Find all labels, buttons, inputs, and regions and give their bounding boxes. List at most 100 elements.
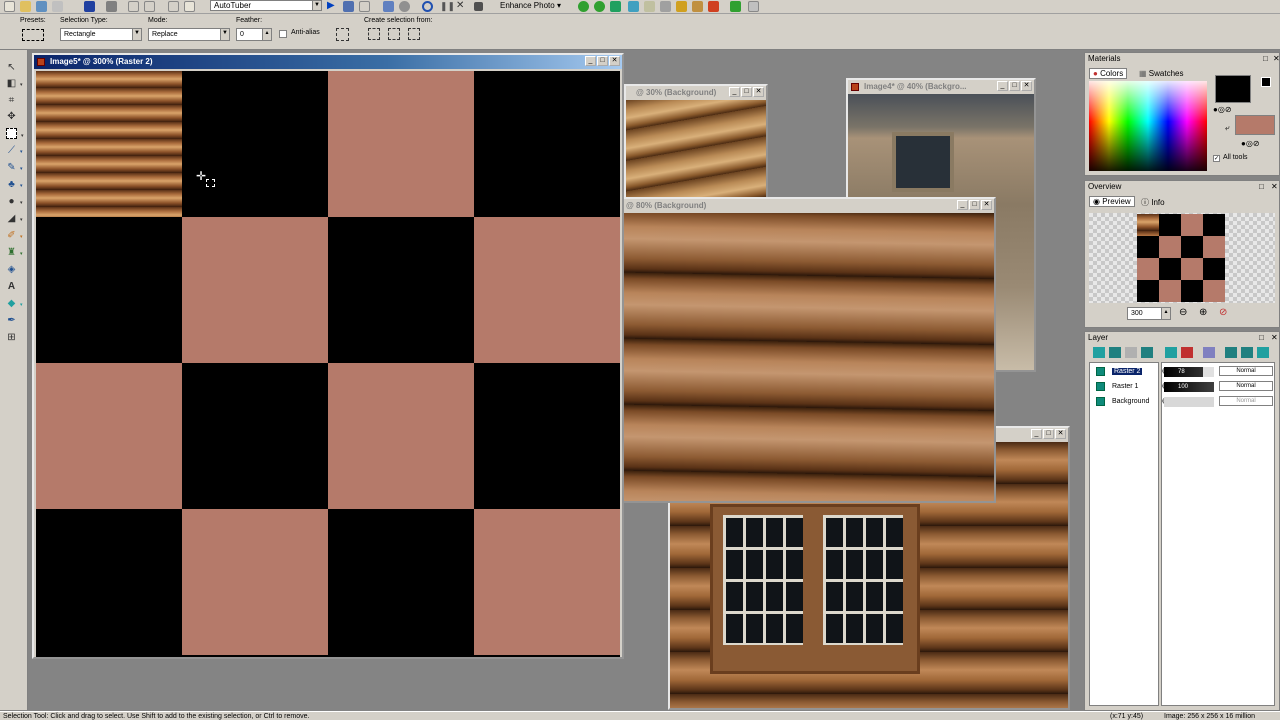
color-picker-spectrum[interactable] xyxy=(1089,81,1207,171)
panel-minimize-icon[interactable]: □ xyxy=(1263,54,1268,63)
spinner-icon[interactable]: ▴ xyxy=(262,29,271,40)
image-window-logs-30[interactable]: @ 30% (Background) _ □ ✕ xyxy=(624,84,768,204)
new-adjustment-layer-icon[interactable] xyxy=(1141,347,1153,358)
pause-icon[interactable]: ❚❚ xyxy=(440,1,455,12)
eraser-tool-icon[interactable]: ◢ ▾ xyxy=(6,213,23,224)
sharpen-icon[interactable] xyxy=(676,1,687,12)
spinner-icon[interactable]: ▴ xyxy=(1161,308,1170,319)
layer-row-background[interactable]: Background xyxy=(1092,396,1156,408)
close-icon[interactable]: ✕ xyxy=(1021,81,1032,91)
image-canvas[interactable] xyxy=(36,71,620,657)
selection-from-layer-icon[interactable] xyxy=(388,28,400,40)
open-folder-icon[interactable] xyxy=(20,1,31,12)
cancel-icon[interactable]: ✕ xyxy=(456,1,467,12)
antialias-checkbox[interactable] xyxy=(279,30,287,38)
clone-brush-icon[interactable]: ♣ ▾ xyxy=(6,179,22,190)
close-icon[interactable]: ✕ xyxy=(753,87,764,97)
redo-icon[interactable] xyxy=(144,1,155,12)
layer-row-raster-2[interactable]: Raster 2 xyxy=(1092,366,1156,378)
zoom-reset-icon[interactable]: ⊘ xyxy=(1219,307,1227,318)
dropper-tool-icon[interactable]: ⟋ ▾ xyxy=(6,145,23,156)
zoom-tool-icon[interactable]: ◧ ▾ xyxy=(6,78,23,89)
foreground-color-swatch[interactable] xyxy=(1215,75,1251,103)
color-balance-icon[interactable] xyxy=(594,1,605,12)
record-script-icon[interactable] xyxy=(422,1,433,12)
zoom-level-input[interactable]: 300 ▴ xyxy=(1127,307,1171,320)
panel-close-icon[interactable]: ✕ xyxy=(1273,54,1280,63)
image-window-logs-80[interactable]: @ 80% (Background) _ □ ✕ xyxy=(622,197,996,503)
stop-square-icon[interactable] xyxy=(474,2,483,11)
close-icon[interactable]: ✕ xyxy=(1055,429,1066,439)
maximize-icon[interactable]: □ xyxy=(741,87,752,97)
help-icon[interactable] xyxy=(748,1,759,12)
new-file-icon[interactable] xyxy=(4,1,15,12)
selection-from-canvas-icon[interactable] xyxy=(368,28,380,40)
close-icon[interactable]: ✕ xyxy=(609,56,620,66)
layer-row-raster-1[interactable]: Raster 1 xyxy=(1092,381,1156,393)
blend-mode-select[interactable]: Normal xyxy=(1219,381,1273,391)
smudge-tool-icon[interactable]: ✐ ▾ xyxy=(6,230,22,241)
print-icon[interactable] xyxy=(106,1,117,12)
link-layer-icon[interactable] xyxy=(1241,347,1253,358)
save-icon[interactable] xyxy=(84,1,95,12)
selection-from-mask-icon[interactable] xyxy=(408,28,420,40)
opacity-slider[interactable]: 100 xyxy=(1164,382,1214,392)
record-icon[interactable] xyxy=(383,1,394,12)
panel-minimize-icon[interactable]: □ xyxy=(1259,182,1264,191)
new-vector-layer-icon[interactable] xyxy=(1109,347,1121,358)
minimize-icon[interactable]: _ xyxy=(729,87,740,97)
blend-mode-select[interactable]: Normal xyxy=(1219,366,1273,376)
undo-icon[interactable] xyxy=(128,1,139,12)
copy-icon[interactable] xyxy=(184,1,195,12)
edit-selection-icon[interactable] xyxy=(1203,347,1215,358)
maximize-icon[interactable]: □ xyxy=(969,200,980,210)
visibility-toggle-icon[interactable] xyxy=(1257,347,1269,358)
maximize-icon[interactable]: □ xyxy=(1043,429,1054,439)
edge-icon[interactable] xyxy=(692,1,703,12)
style-buttons-icon[interactable]: ●◎⊘ xyxy=(1241,139,1260,148)
zoom-in-icon[interactable]: ⊕ xyxy=(1199,307,1207,318)
presets-button[interactable] xyxy=(22,29,44,41)
tab-swatches[interactable]: ▦ Swatches xyxy=(1139,69,1183,78)
script-edit-icon[interactable] xyxy=(343,1,354,12)
tab-preview[interactable]: ◉ Preview xyxy=(1089,196,1135,207)
cut-icon[interactable] xyxy=(168,1,179,12)
dodge-tool-icon[interactable]: ● ▾ xyxy=(6,196,22,207)
new-raster-layer-icon[interactable] xyxy=(1093,347,1105,358)
red-eye-icon[interactable] xyxy=(708,1,719,12)
move-tool-icon[interactable]: ✥ xyxy=(6,111,17,122)
panel-minimize-icon[interactable]: □ xyxy=(1259,333,1264,342)
saturation-icon[interactable] xyxy=(628,1,639,12)
mode-select[interactable]: Replace ▼ xyxy=(148,28,230,41)
tab-colors[interactable]: ● Colors xyxy=(1089,68,1128,79)
flood-fill-icon[interactable]: ◈ xyxy=(6,264,17,275)
clarify-icon[interactable] xyxy=(644,1,655,12)
opacity-slider[interactable] xyxy=(1164,397,1214,407)
crop-tool-icon[interactable]: ⌗ xyxy=(6,95,17,106)
enhance-photo-menu[interactable]: Enhance Photo ▾ xyxy=(500,0,561,11)
browser-icon[interactable] xyxy=(52,1,63,12)
maximize-icon[interactable]: □ xyxy=(1009,81,1020,91)
new-mask-layer-icon[interactable] xyxy=(1125,347,1137,358)
blend-mode-select[interactable]: Normal xyxy=(1219,396,1273,406)
swap-arrow-icon[interactable]: ⤶ xyxy=(1225,123,1229,133)
color-changer-icon[interactable]: ♜ ▾ xyxy=(6,247,23,258)
tab-info[interactable]: ⓘ Info xyxy=(1141,197,1165,208)
maximize-icon[interactable]: □ xyxy=(597,56,608,66)
minimize-icon[interactable]: _ xyxy=(585,56,596,66)
layer-properties-icon[interactable] xyxy=(1225,347,1237,358)
selection-type-select[interactable]: Rectangle ▼ xyxy=(60,28,142,41)
panel-close-icon[interactable]: ✕ xyxy=(1271,182,1278,191)
paint-brush-icon[interactable]: ✎ ▾ xyxy=(6,162,22,173)
selection-tool-icon[interactable]: ▾ xyxy=(6,128,24,139)
warp-brush-icon[interactable]: ⊞ xyxy=(6,332,17,343)
minimize-icon[interactable]: _ xyxy=(957,200,968,210)
delete-layer-icon[interactable] xyxy=(1181,347,1193,358)
fade-icon[interactable] xyxy=(660,1,671,12)
reset-colors-icon[interactable] xyxy=(1261,77,1271,87)
select-none-icon[interactable] xyxy=(336,28,349,41)
minimize-icon[interactable]: _ xyxy=(997,81,1008,91)
script-icon[interactable] xyxy=(359,1,370,12)
opacity-slider[interactable]: 78 xyxy=(1164,367,1214,377)
background-color-swatch[interactable] xyxy=(1235,115,1275,135)
